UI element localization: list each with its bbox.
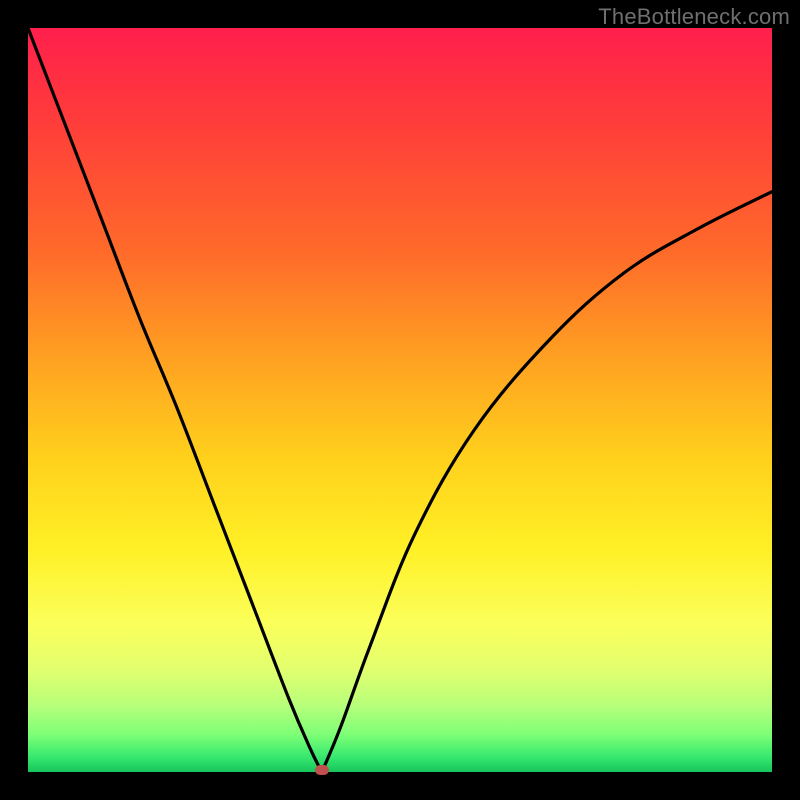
- curve-path: [28, 28, 772, 772]
- plot-area: [28, 28, 772, 772]
- watermark-text: TheBottleneck.com: [598, 4, 790, 30]
- bottleneck-curve: [28, 28, 772, 772]
- optimum-marker: [315, 765, 329, 775]
- chart-frame: TheBottleneck.com: [0, 0, 800, 800]
